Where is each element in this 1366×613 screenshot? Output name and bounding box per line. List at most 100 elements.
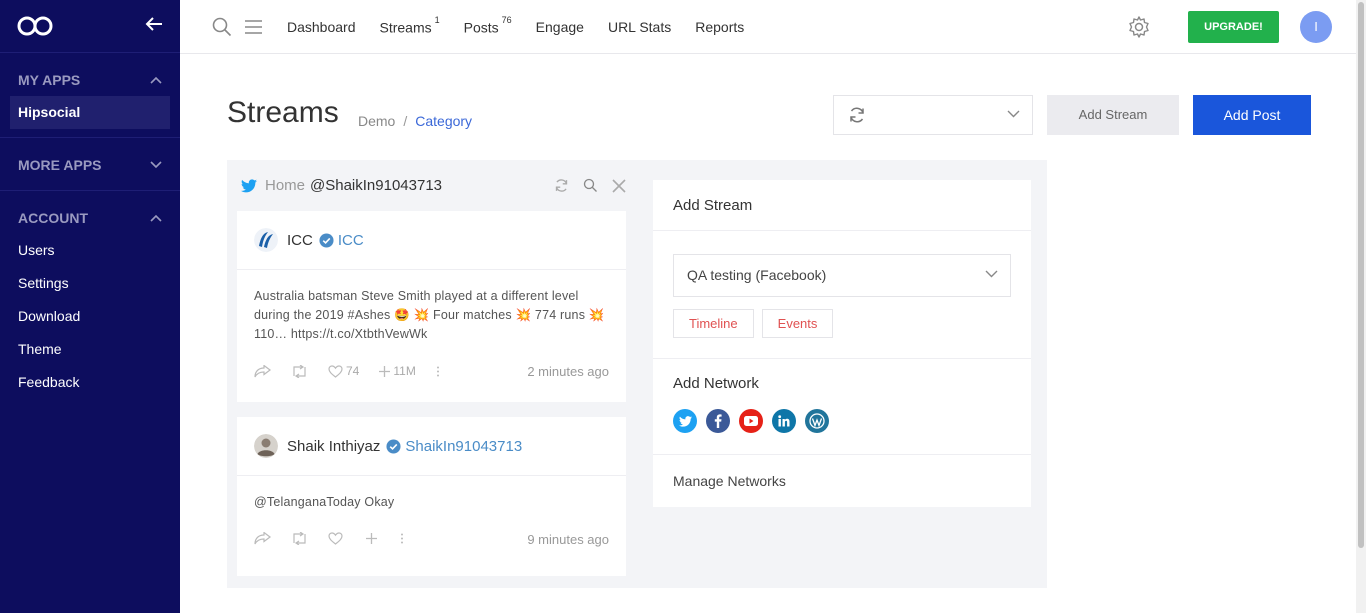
user-photo-avatar[interactable] bbox=[254, 434, 278, 458]
nav-badge: 76 bbox=[501, 14, 512, 25]
sidebar-section-my-apps: MY APPS Hipsocial bbox=[0, 53, 180, 138]
nav-label: Reports bbox=[695, 19, 745, 35]
heart-icon bbox=[328, 532, 343, 545]
sidebar-section-title: MORE APPS bbox=[18, 156, 102, 173]
more-vertical-icon bbox=[436, 366, 439, 376]
nav-dashboard[interactable]: Dashboard bbox=[287, 19, 356, 35]
menu-icon[interactable] bbox=[245, 19, 262, 35]
nav-reports[interactable]: Reports bbox=[695, 19, 744, 35]
top-navigation-bar: Dashboard Streams 1 Posts 76 Engage URL St… bbox=[180, 0, 1356, 54]
nav-engage[interactable]: Engage bbox=[536, 19, 584, 35]
post-author-name[interactable]: Shaik Inthiyaz bbox=[287, 438, 380, 455]
back-arrow-icon[interactable] bbox=[143, 13, 165, 35]
add-stream-title: Add Stream bbox=[653, 180, 1031, 231]
chevron-up-icon bbox=[150, 214, 162, 222]
sidebar-section-title: MY APPS bbox=[18, 71, 81, 88]
sidebar-section-more-apps: MORE APPS bbox=[0, 138, 180, 191]
sidebar-section-toggle[interactable]: MORE APPS bbox=[0, 156, 180, 173]
infinity-logo-icon[interactable] bbox=[17, 15, 53, 37]
more-action[interactable] bbox=[436, 366, 440, 377]
nav-label: Engage bbox=[535, 19, 584, 35]
sidebar-item-users[interactable]: Users bbox=[0, 234, 180, 267]
icc-avatar[interactable] bbox=[254, 228, 278, 252]
close-icon[interactable] bbox=[612, 179, 626, 193]
linkedin-icon[interactable] bbox=[772, 409, 796, 433]
sidebar-section-account: ACCOUNT Users Settings Download Theme Fe… bbox=[0, 191, 180, 407]
scrollbar-thumb[interactable] bbox=[1358, 2, 1364, 548]
stream-home-label: Home bbox=[265, 177, 306, 194]
sidebar-item-download[interactable]: Download bbox=[0, 300, 180, 333]
divider bbox=[653, 358, 1031, 359]
add-stream-button[interactable]: Add Stream bbox=[1047, 95, 1179, 135]
post-header: Shaik Inthiyaz ShaikIn91043713 bbox=[237, 417, 626, 476]
nav-label: Dashboard bbox=[287, 19, 356, 35]
twitter-icon[interactable] bbox=[673, 409, 697, 433]
breadcrumb-demo[interactable]: Demo bbox=[358, 113, 395, 129]
sidebar-section-toggle[interactable]: MY APPS bbox=[0, 71, 180, 88]
add-post-button[interactable]: Add Post bbox=[1193, 95, 1311, 135]
chevron-down-icon bbox=[150, 160, 162, 168]
wordpress-icon[interactable] bbox=[805, 409, 829, 433]
share-action[interactable] bbox=[254, 364, 271, 378]
stream-post-card: ICC ICC Australia batsman Steve Smith pl… bbox=[237, 211, 626, 402]
search-icon[interactable] bbox=[583, 178, 598, 193]
manage-networks-link[interactable]: Manage Networks bbox=[673, 473, 786, 489]
like-count: 74 bbox=[346, 364, 360, 378]
refresh-icon bbox=[850, 107, 864, 123]
nav-label: URL Stats bbox=[607, 19, 672, 35]
post-author-handle[interactable]: ICC bbox=[338, 232, 364, 249]
sidebar-item-theme[interactable]: Theme bbox=[0, 333, 180, 366]
retweet-action[interactable] bbox=[291, 364, 308, 378]
refresh-icon[interactable] bbox=[554, 178, 569, 193]
heart-icon bbox=[328, 364, 343, 378]
sidebar-item-settings[interactable]: Settings bbox=[0, 267, 180, 300]
like-action[interactable] bbox=[328, 532, 346, 545]
nav-posts[interactable]: Posts 76 bbox=[464, 15, 512, 36]
post-time: 2 minutes ago bbox=[527, 364, 609, 379]
stream-header: Home @ShaikIn91043713 bbox=[241, 177, 442, 194]
sidebar-section-title: ACCOUNT bbox=[18, 209, 88, 226]
nav-streams[interactable]: Streams 1 bbox=[379, 15, 440, 36]
events-button[interactable]: Events bbox=[761, 309, 834, 338]
user-avatar[interactable]: I bbox=[1300, 11, 1332, 43]
facebook-icon[interactable] bbox=[706, 409, 730, 433]
plus-action[interactable] bbox=[366, 533, 380, 544]
search-icon[interactable] bbox=[212, 17, 232, 37]
sidebar-item-hipsocial[interactable]: Hipsocial bbox=[10, 96, 170, 129]
plus-action[interactable]: 11M bbox=[379, 364, 416, 378]
stream-refresh-select[interactable] bbox=[833, 95, 1033, 135]
chevron-up-icon bbox=[150, 76, 162, 84]
timeline-button[interactable]: Timeline bbox=[673, 309, 754, 338]
sidebar-section-toggle[interactable]: ACCOUNT bbox=[0, 209, 180, 226]
post-actions bbox=[254, 532, 424, 545]
more-action[interactable] bbox=[400, 533, 404, 544]
sidebar-header bbox=[0, 0, 180, 53]
stream-handle: @ShaikIn91043713 bbox=[310, 177, 443, 194]
gear-icon[interactable] bbox=[1127, 15, 1151, 39]
network-icons bbox=[673, 409, 829, 433]
retweet-icon bbox=[293, 532, 306, 545]
breadcrumb-category[interactable]: Category bbox=[415, 113, 472, 129]
chevron-down-icon bbox=[985, 270, 998, 278]
post-author-handle[interactable]: ShaikIn91043713 bbox=[405, 438, 522, 455]
retweet-action[interactable] bbox=[291, 532, 308, 545]
share-icon bbox=[254, 364, 271, 377]
stream-post-card: Shaik Inthiyaz ShaikIn91043713 @Telangan… bbox=[237, 417, 626, 576]
post-header: ICC ICC bbox=[237, 211, 626, 270]
main-nav: Dashboard Streams 1 Posts 76 Engage URL St… bbox=[287, 0, 768, 54]
youtube-icon[interactable] bbox=[739, 409, 763, 433]
plus-count: 11M bbox=[393, 364, 416, 378]
account-select-value: QA testing (Facebook) bbox=[687, 267, 827, 283]
page-scrollbar[interactable] bbox=[1356, 0, 1366, 613]
post-text: @TelanganaToday Okay bbox=[254, 495, 395, 509]
nav-label: Streams bbox=[379, 19, 432, 36]
like-action[interactable]: 74 bbox=[328, 364, 359, 378]
stream-column: Home @ShaikIn91043713 ICC ICC Australia … bbox=[227, 160, 637, 588]
upgrade-button[interactable]: UPGRADE! bbox=[1188, 11, 1279, 43]
post-author-name[interactable]: ICC bbox=[287, 232, 313, 249]
plus-icon bbox=[366, 533, 377, 544]
account-select[interactable]: QA testing (Facebook) bbox=[673, 254, 1011, 297]
sidebar-item-feedback[interactable]: Feedback bbox=[0, 366, 180, 399]
nav-url-stats[interactable]: URL Stats bbox=[608, 19, 671, 35]
share-action[interactable] bbox=[254, 532, 271, 545]
